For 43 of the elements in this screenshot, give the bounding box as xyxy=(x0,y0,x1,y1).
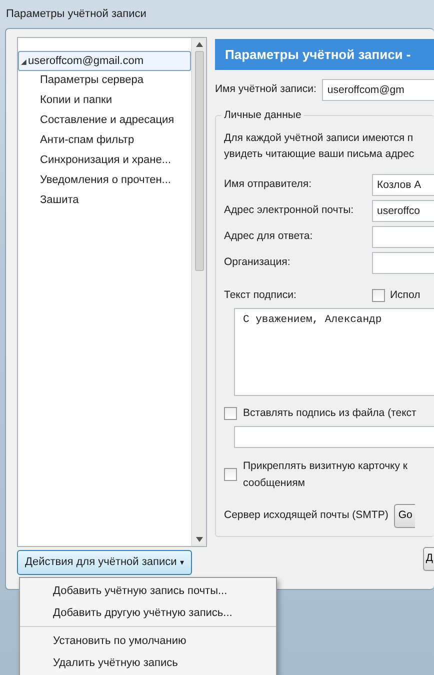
text-field[interactable]: useroffco xyxy=(372,200,434,222)
checkbox[interactable] xyxy=(224,468,237,481)
account-name-field[interactable]: useroffcom@gm xyxy=(322,79,434,101)
description-text: увидеть читающие ваши письма адрес xyxy=(224,147,416,162)
field-label: Имя отправителя: xyxy=(224,177,313,192)
signature-text-area[interactable]: С уважением, Александр xyxy=(234,308,434,396)
tree-item[interactable]: Параметры сервера xyxy=(18,71,191,91)
field-label: Организация: xyxy=(224,255,292,270)
text-field[interactable]: Козлов А xyxy=(372,174,434,196)
dialog-button[interactable]: Д xyxy=(422,546,434,570)
text-field[interactable] xyxy=(372,252,434,274)
checkbox-label: Прикреплять визитную карточку к xyxy=(243,458,408,474)
window-title: Параметры учётной записи xyxy=(5,7,148,22)
scroll-thumb[interactable] xyxy=(194,51,204,271)
field-label: Сервер исходящей почты (SMTP) xyxy=(224,508,388,523)
scrollbar[interactable] xyxy=(191,38,206,546)
tree-item[interactable]: Синхронизация и хране... xyxy=(18,151,191,171)
menu-item[interactable]: Добавить учётную запись почты... xyxy=(20,580,276,602)
file-path-field[interactable] xyxy=(234,426,434,448)
field-label: Адрес электронной почты: xyxy=(224,203,355,218)
menu-item[interactable]: Добавить другую учётную запись... xyxy=(20,602,276,627)
smtp-server-button[interactable]: Go xyxy=(394,504,416,528)
field-label: Имя учётной записи: xyxy=(215,82,316,98)
panel-header: Параметры учётной записи - xyxy=(215,39,434,70)
tree-item[interactable]: Составление и адресация xyxy=(18,111,191,131)
description-text: Для каждой учётной записи имеются п xyxy=(224,131,414,146)
account-actions-button[interactable]: Действия для учётной записи ▾ xyxy=(17,550,192,574)
checkbox-label: Вставлять подпись из файла (текст xyxy=(243,406,416,421)
text-field[interactable] xyxy=(372,226,434,248)
tree-item[interactable]: Копии и папки xyxy=(18,91,191,111)
checkbox[interactable] xyxy=(224,407,237,420)
checkbox[interactable] xyxy=(372,289,385,302)
field-label: Текст подписи: xyxy=(224,288,298,303)
menu-item[interactable]: Удалить учётную запись xyxy=(20,652,276,674)
menu-item[interactable]: Установить по умолчанию xyxy=(20,630,276,652)
scroll-down-icon[interactable] xyxy=(196,537,202,542)
tree-item[interactable]: Зашита xyxy=(18,191,191,211)
checkbox-label: сообщениям xyxy=(243,476,306,490)
tree-item[interactable]: Анти-спам фильтр xyxy=(18,131,191,151)
tree-item[interactable]: Уведомления о прочтен... xyxy=(18,171,191,191)
field-label: Адрес для ответа: xyxy=(224,229,314,244)
checkbox-label: Испол xyxy=(390,288,420,303)
scroll-up-icon[interactable] xyxy=(196,42,202,47)
